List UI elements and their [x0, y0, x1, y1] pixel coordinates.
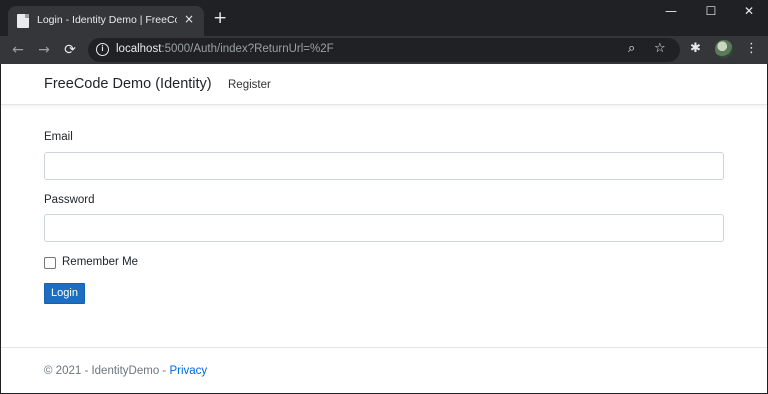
browser-tab[interactable]: Login - Identity Demo | FreeCode × — [8, 6, 204, 36]
email-label: Email — [44, 131, 73, 143]
web-page: FreeCode Demo (Identity) Register Email … — [1, 64, 767, 393]
password-label: Password — [44, 194, 95, 206]
page-icon — [17, 14, 29, 28]
bookmark-star-icon[interactable]: ☆ — [654, 41, 666, 56]
browser-titlebar: Login - Identity Demo | FreeCode × + — ☐… — [0, 0, 768, 36]
address-bar[interactable]: i localhost:5000/Auth/index?ReturnUrl=%2… — [88, 38, 680, 62]
reload-icon[interactable]: ⟳ — [61, 40, 79, 60]
new-tab-button[interactable]: + — [213, 9, 227, 27]
privacy-link[interactable]: Privacy — [169, 365, 207, 377]
tab-close-icon[interactable]: × — [184, 12, 194, 26]
brand-link[interactable]: FreeCode Demo (Identity) — [44, 76, 212, 92]
site-navbar: FreeCode Demo (Identity) Register — [1, 64, 767, 105]
login-button[interactable]: Login — [44, 283, 85, 304]
zoom-icon[interactable]: ⌕ — [628, 41, 635, 56]
register-link[interactable]: Register — [228, 79, 271, 91]
email-field[interactable] — [44, 152, 724, 180]
close-window-icon[interactable]: ✕ — [740, 4, 758, 20]
footer-text: © 2021 - IdentityDemo - Privacy — [44, 365, 207, 377]
url-host: localhost — [116, 43, 162, 55]
browser-toolbar: ← → ⟳ i localhost:5000/Auth/index?Return… — [0, 36, 768, 64]
minimize-icon[interactable]: — — [662, 4, 680, 20]
remember-me-label[interactable]: Remember Me — [62, 256, 138, 268]
url-path: :5000/Auth/index?ReturnUrl=%2F — [161, 43, 334, 55]
remember-me-checkbox[interactable] — [44, 257, 56, 269]
forward-icon[interactable]: → — [35, 40, 53, 60]
maximize-icon[interactable]: ☐ — [702, 4, 720, 20]
password-field[interactable] — [44, 214, 724, 242]
extensions-icon[interactable]: ✱ — [690, 41, 701, 56]
tab-title: Login - Identity Demo | FreeCode — [37, 14, 177, 26]
back-icon[interactable]: ← — [9, 40, 27, 60]
site-info-icon[interactable]: i — [96, 43, 109, 56]
address-url: localhost:5000/Auth/index?ReturnUrl=%2F — [116, 43, 334, 55]
browser-menu-icon[interactable]: ⋮ — [745, 41, 758, 56]
profile-avatar[interactable] — [715, 40, 733, 58]
site-footer: © 2021 - IdentityDemo - Privacy — [1, 347, 767, 393]
copyright-text: © 2021 - IdentityDemo - — [44, 365, 170, 377]
